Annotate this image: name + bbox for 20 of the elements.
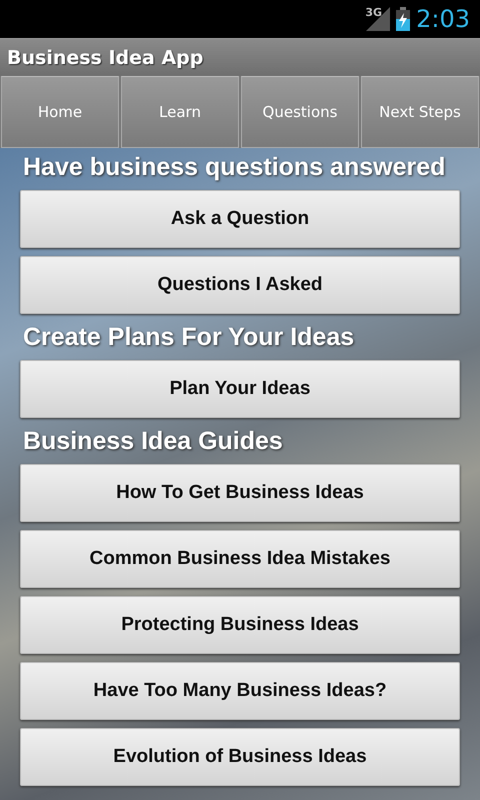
menu-button[interactable]: How To Get Business Ideas xyxy=(20,464,460,522)
section-heading: Have business questions answered xyxy=(23,152,446,182)
menu-button[interactable]: Ask a Question xyxy=(20,190,460,248)
nav-tab[interactable]: Next Steps xyxy=(361,76,479,148)
menu-button[interactable]: Questions I Asked xyxy=(20,256,460,314)
clock-time: 2:03 xyxy=(416,5,470,33)
nav-tab[interactable]: Learn xyxy=(121,76,239,148)
section-heading: Business Idea Guides xyxy=(23,426,284,456)
menu-button[interactable]: Have Too Many Business Ideas? xyxy=(20,662,460,720)
menu-button[interactable]: Plan Your Ideas xyxy=(20,360,460,418)
menu-button[interactable]: Evolution of Business Ideas xyxy=(20,728,460,786)
signal-icon xyxy=(366,7,390,31)
nav-tab[interactable]: Home xyxy=(1,76,119,148)
network-type-label: 3G xyxy=(365,6,382,19)
battery-icon xyxy=(396,7,410,31)
nav-tab[interactable]: Questions xyxy=(241,76,359,148)
menu-button[interactable]: Protecting Business Ideas xyxy=(20,596,460,654)
section-heading: Create Plans For Your Ideas xyxy=(23,322,356,352)
app-title: Business Idea App xyxy=(7,46,204,68)
menu-button[interactable]: Common Business Idea Mistakes xyxy=(20,530,460,588)
